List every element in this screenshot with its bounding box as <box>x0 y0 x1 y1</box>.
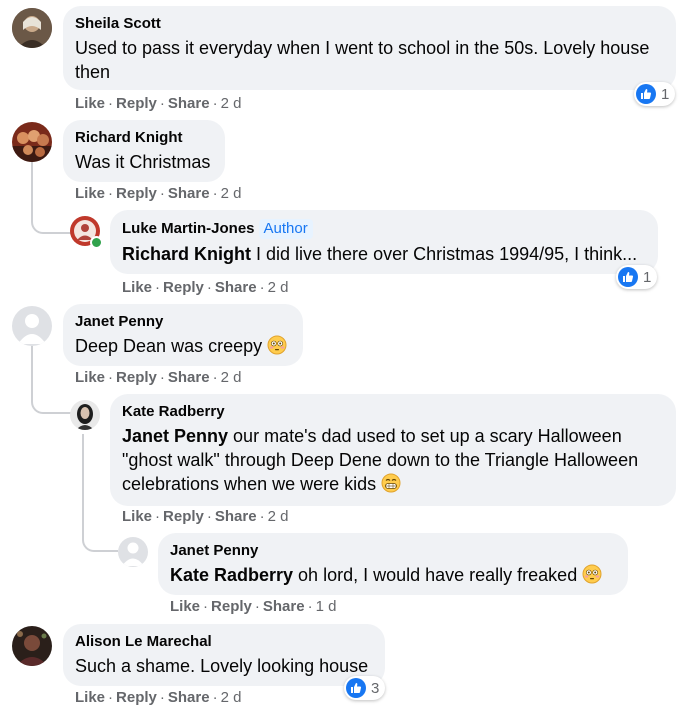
share-button[interactable]: Share <box>168 95 210 112</box>
comment-actions: Like · Reply · Share · 2 d <box>75 689 242 706</box>
reply-button[interactable]: Reply <box>116 369 157 386</box>
share-button[interactable]: Share <box>168 185 210 202</box>
grinning-face-icon <box>381 473 401 493</box>
timestamp[interactable]: 2 d <box>221 185 242 202</box>
share-button[interactable]: Share <box>215 508 257 525</box>
commenter-name[interactable]: Kate Radberry <box>122 403 664 421</box>
comment-bubble: Alison Le Marechal Such a shame. Lovely … <box>63 624 385 686</box>
reply-button[interactable]: Reply <box>163 508 204 525</box>
comment-actions: Like · Reply · Share · 1 d <box>170 598 337 615</box>
commenter-name[interactable]: Alison Le Marechal <box>75 633 373 651</box>
comment-actions: Like · Reply · Share · 2 d <box>75 369 242 386</box>
avatar[interactable] <box>12 8 52 48</box>
reply-bubble: Kate Radberry Janet Penny our mate's dad… <box>110 394 676 506</box>
commenter-name[interactable]: Janet Penny <box>75 313 291 331</box>
commenter-name[interactable]: Janet Penny <box>170 542 616 560</box>
timestamp[interactable]: 2 d <box>268 508 289 525</box>
comment-bubble: Janet Penny Deep Dean was creepy <box>63 304 303 366</box>
thumbs-up-icon <box>618 267 638 287</box>
online-indicator <box>90 236 103 249</box>
comment-text: Richard Knight I did live there over Chr… <box>122 244 638 264</box>
timestamp[interactable]: 2 d <box>268 279 289 296</box>
commenter-name[interactable]: Sheila Scott <box>75 15 664 33</box>
like-button[interactable]: Like <box>122 279 152 296</box>
reaction-count-label: 3 <box>371 679 380 697</box>
comment-text: Used to pass it everyday when I went to … <box>75 38 650 82</box>
like-button[interactable]: Like <box>75 689 105 706</box>
timestamp[interactable]: 1 d <box>316 598 337 615</box>
comment-text: Such a shame. Lovely looking house <box>75 656 369 676</box>
flushed-face-icon <box>267 335 287 355</box>
comment-actions: Like · Reply · Share · 2 d <box>75 95 242 112</box>
mention-tag[interactable]: Richard Knight <box>122 244 251 264</box>
comment-text: Was it Christmas <box>75 152 211 172</box>
avatar[interactable] <box>12 122 52 162</box>
reply-button[interactable]: Reply <box>211 598 252 615</box>
reply-bubble: Luke Martin-Jones Author Richard Knight I… <box>110 210 658 274</box>
timestamp[interactable]: 2 d <box>221 95 242 112</box>
reply-button[interactable]: Reply <box>116 185 157 202</box>
avatar[interactable] <box>12 626 52 666</box>
author-badge: Author <box>258 219 313 239</box>
like-button[interactable]: Like <box>75 369 105 386</box>
comment-actions: Like · Reply · Share · 2 d <box>122 279 289 296</box>
comment-bubble: Sheila Scott Used to pass it everyday wh… <box>63 6 676 90</box>
avatar[interactable] <box>70 400 100 430</box>
thumbs-up-icon <box>636 84 656 104</box>
avatar[interactable] <box>12 306 52 346</box>
thumbs-up-icon <box>346 678 366 698</box>
comment-bubble: Richard Knight Was it Christmas <box>63 120 225 182</box>
flushed-face-icon <box>582 564 602 584</box>
commenter-name[interactable]: Richard Knight <box>75 129 213 147</box>
comment-text: Janet Penny our mate's dad used to set u… <box>122 426 639 494</box>
share-button[interactable]: Share <box>168 689 210 706</box>
share-button[interactable]: Share <box>168 369 210 386</box>
like-button[interactable]: Like <box>75 95 105 112</box>
reaction-count-label: 1 <box>643 268 652 286</box>
reply-button[interactable]: Reply <box>116 95 157 112</box>
comment-actions: Like · Reply · Share · 2 d <box>75 185 242 202</box>
comment-text: Kate Radberry oh lord, I would have real… <box>170 563 616 587</box>
reply-bubble: Janet Penny Kate Radberry oh lord, I wou… <box>158 533 628 595</box>
reaction-count[interactable]: 1 <box>634 82 676 106</box>
reaction-count-label: 1 <box>661 85 670 103</box>
mention-tag[interactable]: Janet Penny <box>122 426 228 446</box>
share-button[interactable]: Share <box>263 598 305 615</box>
like-button[interactable]: Like <box>170 598 200 615</box>
like-button[interactable]: Like <box>122 508 152 525</box>
avatar[interactable] <box>118 537 148 567</box>
like-button[interactable]: Like <box>75 185 105 202</box>
comment-actions: Like · Reply · Share · 2 d <box>122 508 289 525</box>
share-button[interactable]: Share <box>215 279 257 296</box>
reaction-count[interactable]: 3 <box>344 676 386 700</box>
reaction-count[interactable]: 1 <box>616 265 658 289</box>
timestamp[interactable]: 2 d <box>221 689 242 706</box>
commenter-name[interactable]: Luke Martin-Jones <box>122 220 255 237</box>
mention-tag[interactable]: Kate Radberry <box>170 565 293 585</box>
comment-text: Deep Dean was creepy <box>75 334 291 358</box>
reply-button[interactable]: Reply <box>116 689 157 706</box>
timestamp[interactable]: 2 d <box>221 369 242 386</box>
reply-button[interactable]: Reply <box>163 279 204 296</box>
avatar[interactable] <box>70 216 103 249</box>
